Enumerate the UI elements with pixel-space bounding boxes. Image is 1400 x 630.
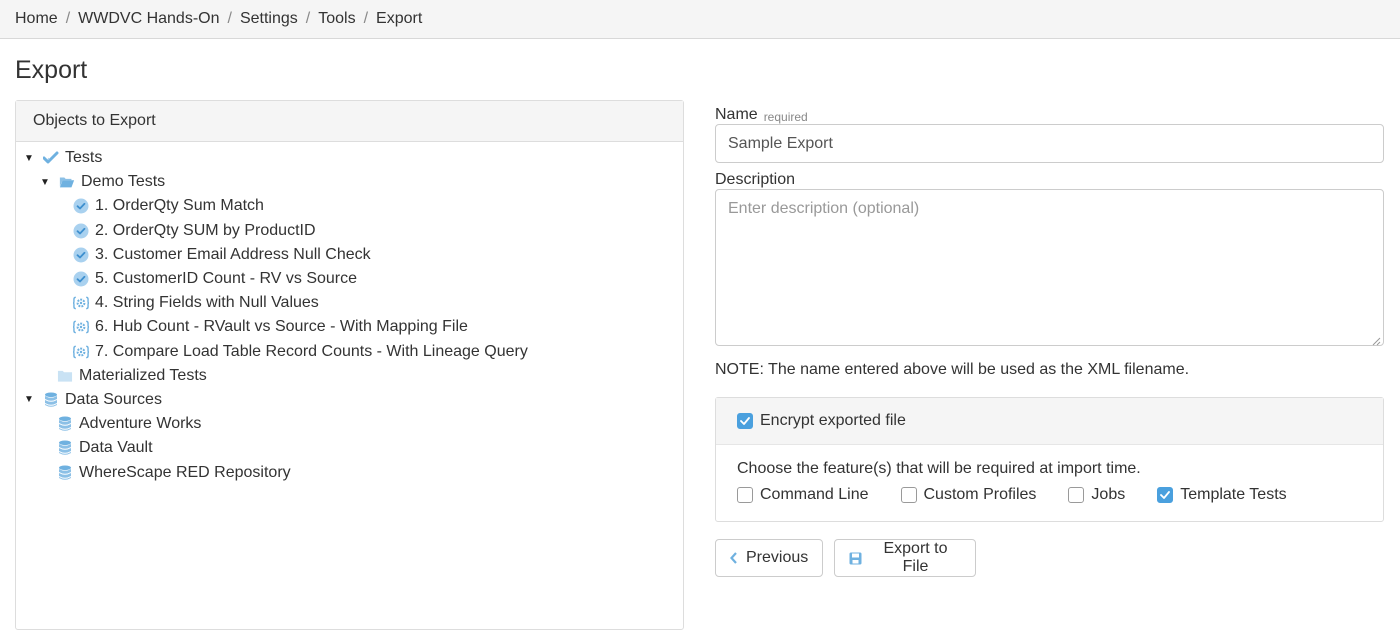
feature-command-line[interactable]: Command Line: [737, 486, 869, 504]
tree-node-data-source[interactable]: WhereScape RED Repository: [16, 460, 683, 484]
database-icon: [57, 416, 73, 432]
breadcrumb-separator: /: [65, 10, 71, 27]
tree-node-label[interactable]: Data Vault: [79, 439, 153, 457]
encrypt-checkbox[interactable]: [737, 413, 753, 429]
tree-node-label[interactable]: Tests: [65, 149, 102, 167]
description-placeholder: Enter description (optional): [728, 200, 920, 217]
breadcrumb-separator: /: [363, 10, 369, 27]
objects-panel-heading: Objects to Export: [16, 101, 683, 142]
feature-label[interactable]: Jobs: [1091, 486, 1125, 504]
features-section: Choose the feature(s) that will be requi…: [716, 445, 1383, 504]
tree-node-test[interactable]: 3. Customer Email Address Null Check: [16, 243, 683, 267]
database-icon: [43, 392, 59, 408]
export-to-file-button[interactable]: Export to File: [834, 539, 976, 577]
template-gear-icon: [73, 295, 89, 311]
feature-label[interactable]: Custom Profiles: [924, 486, 1037, 504]
tree-node-materialized-tests[interactable]: Materialized Tests: [16, 364, 683, 388]
name-label: Name: [715, 106, 758, 123]
tree-node-label[interactable]: Materialized Tests: [79, 367, 207, 385]
feature-checkbox[interactable]: [737, 487, 753, 503]
tree-node-test[interactable]: 4. String Fields with Null Values: [16, 291, 683, 315]
features-prompt: Choose the feature(s) that will be requi…: [737, 460, 1141, 477]
tree-node-test[interactable]: 6. Hub Count - RVault vs Source - With M…: [16, 315, 683, 339]
breadcrumb-current: Export: [376, 10, 423, 27]
previous-button[interactable]: Previous: [715, 539, 823, 577]
tree-node-label[interactable]: 2. OrderQty SUM by ProductID: [95, 222, 316, 240]
caret-down-icon[interactable]: ▼: [23, 394, 35, 405]
tree-node-label[interactable]: 1. OrderQty Sum Match: [95, 197, 264, 215]
previous-label: Previous: [746, 549, 809, 566]
database-icon: [57, 440, 73, 456]
tree-node-label[interactable]: Adventure Works: [79, 415, 201, 433]
encrypt-header: Encrypt exported file: [716, 398, 1383, 445]
tree-node-demo-tests[interactable]: ▼ Demo Tests: [16, 170, 683, 194]
breadcrumb-settings[interactable]: Settings: [240, 10, 298, 28]
feature-checkbox[interactable]: [1157, 487, 1174, 503]
tree-node-data-source[interactable]: Adventure Works: [16, 412, 683, 436]
features-checkbox-row: Command Line Custom Profiles Jobs Templa…: [737, 486, 1362, 504]
description-label-row: Description: [715, 163, 1384, 189]
resize-handle-icon[interactable]: [1371, 333, 1381, 346]
breadcrumb-project[interactable]: WWDVC Hands-On: [78, 10, 219, 28]
tree-node-test[interactable]: 7. Compare Load Table Record Counts - Wi…: [16, 340, 683, 364]
tree-node-label[interactable]: Data Sources: [65, 391, 162, 409]
description-textarea[interactable]: Enter description (optional): [715, 189, 1384, 346]
action-buttons: Previous Export to File: [715, 539, 1384, 577]
objects-panel: Objects to Export ▼ Tests ▼ Demo Tests 1…: [15, 100, 684, 630]
required-hint: required: [763, 110, 808, 124]
name-input[interactable]: Sample Export: [715, 124, 1384, 163]
tree-node-test[interactable]: 1. OrderQty Sum Match: [16, 194, 683, 218]
check-circle-icon: [73, 223, 89, 239]
tree-node-data-sources[interactable]: ▼ Data Sources: [16, 388, 683, 412]
filename-note: NOTE: The name entered above will be use…: [715, 361, 1190, 378]
breadcrumb-tools[interactable]: Tools: [318, 10, 355, 28]
tree-node-label[interactable]: WhereScape RED Repository: [79, 464, 291, 482]
breadcrumb: Home / WWDVC Hands-On / Settings / Tools…: [0, 0, 1400, 39]
breadcrumb-separator: /: [227, 10, 232, 27]
feature-checkbox[interactable]: [900, 487, 917, 503]
breadcrumb-separator: /: [305, 10, 311, 27]
feature-custom-profiles[interactable]: Custom Profiles: [900, 486, 1037, 504]
folder-icon: [57, 368, 73, 384]
double-check-icon[interactable]: [43, 150, 59, 166]
check-circle-icon: [73, 198, 89, 214]
tree-node-label[interactable]: 4. String Fields with Null Values: [95, 294, 319, 312]
feature-template-tests[interactable]: Template Tests: [1157, 486, 1287, 504]
chevron-left-icon: [730, 552, 738, 564]
page-title: Export: [15, 56, 88, 84]
feature-jobs[interactable]: Jobs: [1068, 486, 1125, 504]
feature-label[interactable]: Template Tests: [1180, 486, 1286, 504]
check-circle-icon: [73, 247, 89, 263]
tree-node-test[interactable]: 5. CustomerID Count - RV vs Source: [16, 267, 683, 291]
feature-label[interactable]: Command Line: [760, 486, 869, 504]
tree-node-label[interactable]: 5. CustomerID Count - RV vs Source: [95, 270, 357, 288]
caret-down-icon[interactable]: ▼: [23, 153, 35, 164]
description-label: Description: [715, 171, 796, 188]
tree-node-label[interactable]: 6. Hub Count - RVault vs Source - With M…: [95, 318, 468, 336]
tree-node-data-source[interactable]: Data Vault: [16, 436, 683, 460]
encrypt-label[interactable]: Encrypt exported file: [760, 412, 906, 430]
tree-node-tests[interactable]: ▼ Tests: [16, 146, 683, 170]
template-gear-icon: [73, 319, 89, 335]
folder-open-icon[interactable]: [59, 174, 75, 190]
template-gear-icon: [73, 344, 89, 360]
tree-node-label[interactable]: 3. Customer Email Address Null Check: [95, 246, 371, 264]
export-form: Name required Sample Export Description …: [715, 100, 1384, 577]
tree-node-label[interactable]: 7. Compare Load Table Record Counts - Wi…: [95, 343, 528, 361]
tree-node-test[interactable]: 2. OrderQty SUM by ProductID: [16, 219, 683, 243]
objects-tree: ▼ Tests ▼ Demo Tests 1. OrderQty Sum Mat…: [16, 142, 683, 485]
name-label-row: Name required: [715, 100, 1384, 124]
caret-down-icon[interactable]: ▼: [39, 177, 51, 188]
export-label: Export to File: [883, 540, 948, 575]
encrypt-options-box: Encrypt exported file Choose the feature…: [715, 397, 1384, 522]
save-icon: [849, 552, 862, 565]
database-icon: [57, 465, 73, 481]
breadcrumb-home[interactable]: Home: [15, 10, 58, 28]
feature-checkbox[interactable]: [1068, 487, 1085, 503]
check-circle-icon: [73, 271, 89, 287]
tree-node-label[interactable]: Demo Tests: [81, 173, 165, 191]
